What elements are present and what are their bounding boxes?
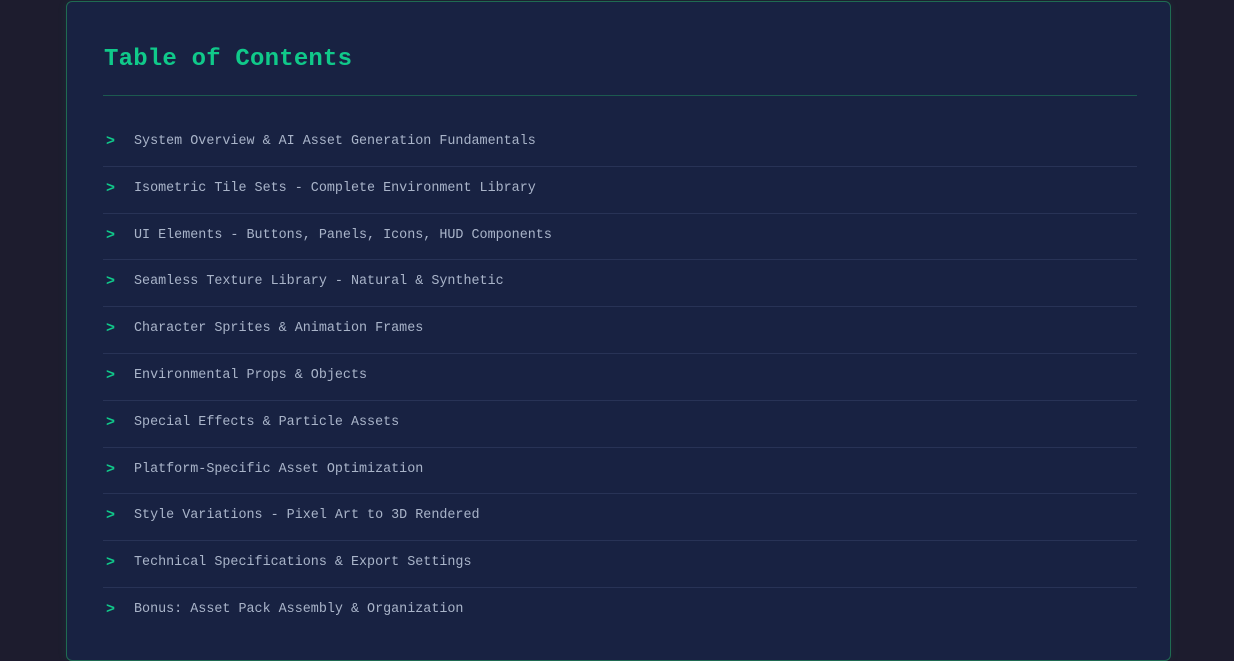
chevron-right-icon: > [106, 320, 116, 338]
toc-item-label: System Overview & AI Asset Generation Fu… [134, 134, 536, 149]
chevron-right-icon: > [106, 507, 116, 525]
toc-item-ui-elements[interactable]: > UI Elements - Buttons, Panels, Icons, … [103, 214, 1137, 261]
toc-item-label: Platform-Specific Asset Optimization [134, 461, 424, 477]
toc-item-label: Style Variations - Pixel Art to 3D Rende… [134, 508, 480, 524]
toc-item-style-variations[interactable]: > Style Variations - Pixel Art to 3D Ren… [103, 494, 1137, 542]
toc-title: Table of Contents [104, 46, 353, 73]
toc-item-bonus-asset-pack[interactable]: > Bonus: Asset Pack Assembly & Organizat… [103, 588, 1137, 635]
chevron-right-icon: > [106, 273, 116, 291]
toc-item-technical-specifications[interactable]: > Technical Specifications & Export Sett… [103, 541, 1137, 588]
chevron-right-icon: > [106, 413, 116, 431]
toc-item-environmental-props[interactable]: > Environmental Props & Objects [103, 354, 1137, 401]
chevron-right-icon: > [106, 600, 116, 618]
chevron-right-icon: > [106, 554, 116, 572]
toc-item-label: Isometric Tile Sets - Complete Environme… [134, 180, 536, 196]
toc-panel: Table of Contents > System Overview & AI… [66, 1, 1171, 661]
toc-list: > System Overview & AI Asset Generation … [103, 120, 1137, 635]
toc-item-isometric-tile-sets[interactable]: > Isometric Tile Sets - Complete Environ… [103, 167, 1137, 214]
title-divider [103, 95, 1137, 96]
toc-item-platform-optimization[interactable]: > Platform-Specific Asset Optimization [103, 448, 1137, 495]
chevron-right-icon: > [106, 133, 116, 150]
toc-item-label: Environmental Props & Objects [134, 367, 368, 383]
toc-item-special-effects[interactable]: > Special Effects & Particle Assets [103, 401, 1137, 448]
chevron-right-icon: > [106, 179, 116, 197]
chevron-right-icon: > [106, 366, 116, 384]
toc-item-label: Technical Specifications & Export Settin… [134, 555, 472, 571]
toc-item-label: Seamless Texture Library - Natural & Syn… [134, 274, 504, 290]
toc-item-label: Bonus: Asset Pack Assembly & Organizatio… [134, 601, 464, 617]
toc-item-label: Character Sprites & Animation Frames [134, 321, 424, 337]
chevron-right-icon: > [106, 226, 116, 244]
toc-item-label: Special Effects & Particle Assets [134, 414, 400, 430]
toc-item-character-sprites[interactable]: > Character Sprites & Animation Frames [103, 307, 1137, 354]
toc-item-label: UI Elements - Buttons, Panels, Icons, HU… [134, 227, 552, 243]
chevron-right-icon: > [106, 460, 116, 478]
toc-item-system-overview[interactable]: > System Overview & AI Asset Generation … [103, 120, 1137, 167]
toc-item-seamless-texture-library[interactable]: > Seamless Texture Library - Natural & S… [103, 260, 1137, 308]
